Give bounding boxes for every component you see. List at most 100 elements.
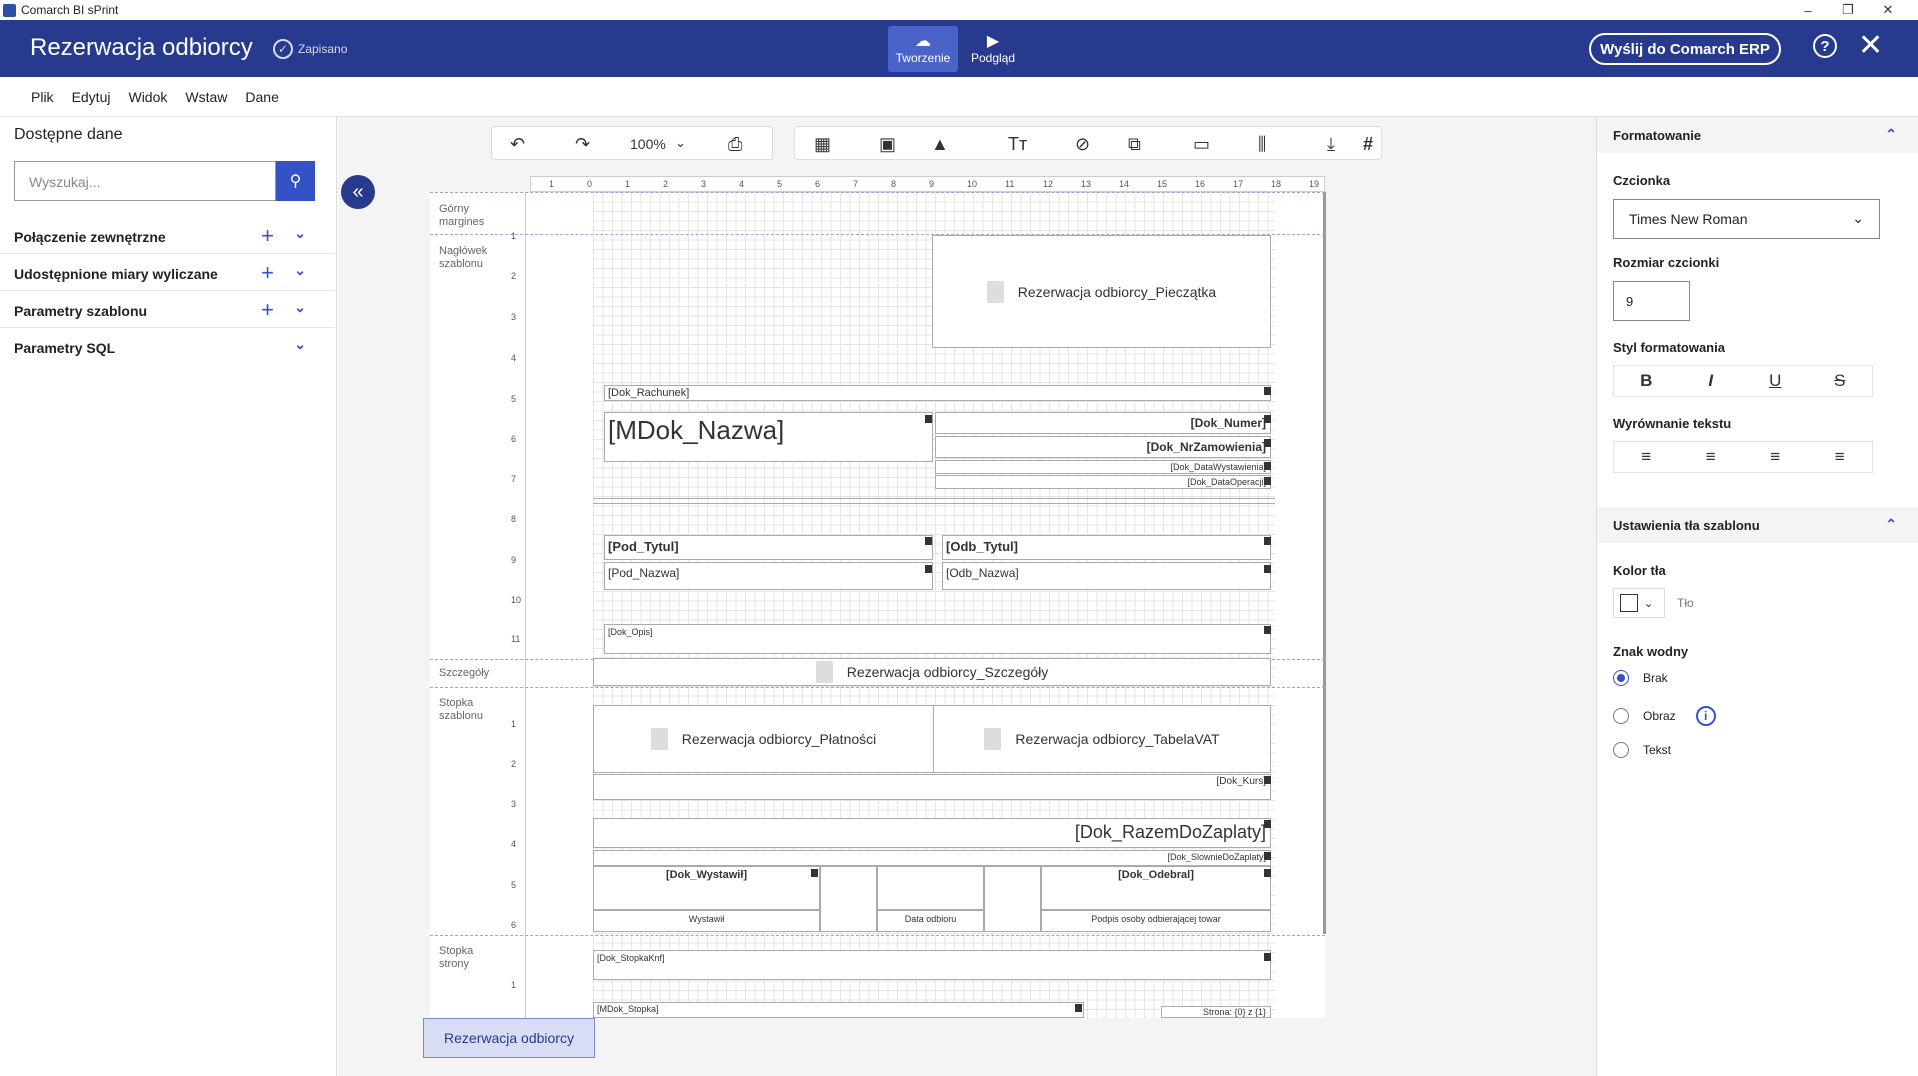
formatting-header[interactable]: Formatowanie ⌃ — [1597, 117, 1918, 153]
info-icon[interactable]: i — [1695, 706, 1716, 726]
data-source-template-params[interactable]: Parametry szablonu + ⌄ — [0, 291, 334, 328]
field-marker — [1264, 626, 1271, 634]
field-wystawil[interactable]: [Dok_Wystawił] — [593, 866, 820, 910]
restore-button[interactable]: ❐ — [1828, 0, 1868, 20]
table-cell — [820, 866, 877, 932]
field-pod-nazwa[interactable]: [Pod_Nazwa] — [604, 562, 933, 590]
vertical-ruler: 123456789101112345612 — [510, 192, 526, 1030]
attachment-icon[interactable]: ⊘ — [1075, 134, 1090, 155]
add-icon[interactable]: + — [261, 223, 274, 249]
align-left-button[interactable]: ≡ — [1614, 442, 1679, 472]
send-to-erp-button[interactable]: Wyślij do Comarch ERP — [1589, 33, 1781, 65]
chevron-down-icon[interactable]: ⌄ — [294, 299, 306, 316]
field-dok-kurs[interactable]: [Dok_Kurs] — [593, 774, 1271, 800]
subreport-details[interactable]: Rezerwacja odbiorcy_Szczegóły — [593, 658, 1271, 686]
watermark-text-radio[interactable]: Tekst — [1613, 742, 1671, 758]
chevron-up-icon[interactable]: ⌃ — [1885, 126, 1897, 143]
field-odebral[interactable]: [Dok_Odebral] — [1041, 866, 1271, 910]
barcode-icon[interactable]: ⫼ — [1258, 134, 1266, 155]
underline-button[interactable]: U — [1743, 366, 1808, 396]
chevron-down-icon[interactable]: ⌄ — [675, 135, 686, 151]
undo-icon[interactable]: ↶ — [510, 134, 525, 155]
field-pod-tytul[interactable]: [Pod_Tytul] — [604, 535, 933, 560]
label-data-odbioru[interactable]: Data odbioru — [877, 910, 984, 932]
menu-data[interactable]: Dane — [245, 89, 278, 105]
chevron-down-icon[interactable]: ⌄ — [294, 262, 306, 279]
bg-color-picker[interactable]: ⌄ — [1613, 588, 1665, 618]
field-data-operacji[interactable]: [Dok_DataOperacji] — [935, 475, 1271, 489]
search-icon[interactable]: ⚲ — [276, 161, 315, 201]
report-tab[interactable]: Rezerwacja odbiorcy — [423, 1018, 595, 1058]
menu-view[interactable]: Widok — [128, 89, 167, 105]
chevron-down-icon[interactable]: ⌄ — [294, 225, 306, 242]
field-razem-do-zaplaty[interactable]: [Dok_RazemDoZaplaty] — [593, 818, 1271, 848]
print-icon[interactable]: ⎙ — [728, 134, 742, 155]
frame-icon[interactable]: ▭ — [1193, 134, 1210, 155]
zoom-select[interactable]: 100% — [630, 136, 666, 152]
field-mdok-stopka[interactable]: [MDok_Stopka] — [593, 1002, 1084, 1018]
minimize-button[interactable]: – — [1788, 0, 1828, 20]
field-page-number[interactable]: Strona: {0} z {1} — [1161, 1006, 1271, 1018]
align-justify-button[interactable]: ≡ — [1808, 442, 1873, 472]
data-source-shared-measures[interactable]: Udostępnione miary wyliczane + ⌄ — [0, 254, 334, 291]
font-select[interactable]: Times New Roman ⌄ — [1613, 199, 1880, 239]
redo-icon[interactable]: ↷ — [575, 134, 590, 155]
field-nr-zamowienia[interactable]: [Dok_NrZamowienia] — [935, 436, 1271, 458]
bold-button[interactable]: B — [1614, 366, 1679, 396]
field-rachunek[interactable]: [Dok_Rachunek] — [604, 385, 1271, 401]
image-icon[interactable]: ▣ — [879, 134, 896, 155]
italic-button[interactable]: I — [1679, 366, 1744, 396]
table-icon[interactable]: ▦ — [814, 134, 831, 155]
field-stopka-knf[interactable]: [Dok_StopkaKnf] — [593, 950, 1271, 980]
style-label: Styl formatowania — [1613, 340, 1725, 355]
menu-insert[interactable]: Wstaw — [185, 89, 227, 105]
page-number-icon[interactable]: # — [1363, 134, 1373, 155]
strikethrough-button[interactable]: S — [1808, 366, 1873, 396]
align-right-button[interactable]: ≡ — [1743, 442, 1808, 472]
text-icon[interactable]: Tт — [1008, 134, 1027, 155]
chevron-up-icon[interactable]: ⌃ — [1885, 516, 1897, 533]
page-break-icon[interactable]: ⤓ — [1327, 134, 1335, 155]
field-odb-nazwa[interactable]: [Odb_Nazwa] — [942, 562, 1271, 590]
align-center-button[interactable]: ≡ — [1679, 442, 1744, 472]
subreport-payments[interactable]: Rezerwacja odbiorcy_Płatności — [593, 705, 934, 773]
background-settings-header[interactable]: Ustawienia tła szablonu ⌃ — [1597, 507, 1918, 543]
shapes-icon[interactable]: ▲ — [931, 134, 949, 155]
label-wystawil[interactable]: Wystawił — [593, 910, 820, 932]
scrollbar[interactable] — [1323, 192, 1326, 934]
subreport-stamp[interactable]: Rezerwacja odbiorcy_Pieczątka — [932, 235, 1271, 348]
chevron-down-icon[interactable]: ⌄ — [294, 336, 306, 353]
field-mdok-nazwa[interactable]: [MDok_Nazwa] — [604, 412, 933, 462]
ruler-tick: 6 — [511, 920, 517, 930]
menu-edit[interactable]: Edytuj — [72, 89, 111, 105]
help-icon[interactable]: ? — [1813, 34, 1837, 58]
close-editor-icon[interactable]: ✕ — [1858, 28, 1883, 64]
menu-file[interactable]: Plik — [31, 89, 54, 105]
mode-create-button[interactable]: ☁ Tworzenie — [888, 26, 958, 72]
add-icon[interactable]: + — [261, 260, 274, 286]
chevron-down-icon: ⌄ — [1644, 597, 1654, 610]
field-marker — [1264, 462, 1271, 470]
font-size-input[interactable]: 9 — [1613, 281, 1690, 321]
subreport-vat-table[interactable]: Rezerwacja odbiorcy_TabelaVAT — [933, 705, 1271, 773]
window-close-button[interactable]: ✕ — [1868, 0, 1908, 20]
field-marker — [1264, 820, 1271, 828]
mode-create-label: Tworzenie — [895, 51, 951, 65]
field-dok-numer[interactable]: [Dok_Numer] — [935, 412, 1271, 434]
field-dok-opis[interactable]: [Dok_Opis] — [604, 624, 1271, 654]
watermark-none-radio[interactable]: Brak — [1613, 670, 1668, 686]
ruler-tick: 14 — [1119, 179, 1130, 189]
arrange-icon[interactable]: ⧉ — [1128, 134, 1141, 155]
label-podpis[interactable]: Podpis osoby odbierającej towar — [1041, 910, 1271, 932]
data-source-external[interactable]: Połączenie zewnętrzne + ⌄ — [0, 217, 334, 254]
search-input[interactable]: Wyszukaj... — [14, 161, 276, 201]
field-data-wystawienia[interactable]: [Dok_DataWystawienia] — [935, 460, 1271, 474]
mode-preview-button[interactable]: ▶ Podgląd — [958, 26, 1028, 72]
field-slownie-do-zaplaty[interactable]: [Dok_SlownieDoZaplaty] — [593, 850, 1271, 866]
style-buttons: B I U S — [1613, 365, 1873, 397]
collapse-panel-icon[interactable]: « — [341, 175, 375, 209]
add-icon[interactable]: + — [261, 297, 274, 323]
data-source-sql-params[interactable]: Parametry SQL ⌄ — [0, 328, 334, 365]
watermark-image-radio[interactable]: Obraz i — [1613, 706, 1716, 726]
field-odb-tytul[interactable]: [Odb_Tytul] — [942, 535, 1271, 560]
